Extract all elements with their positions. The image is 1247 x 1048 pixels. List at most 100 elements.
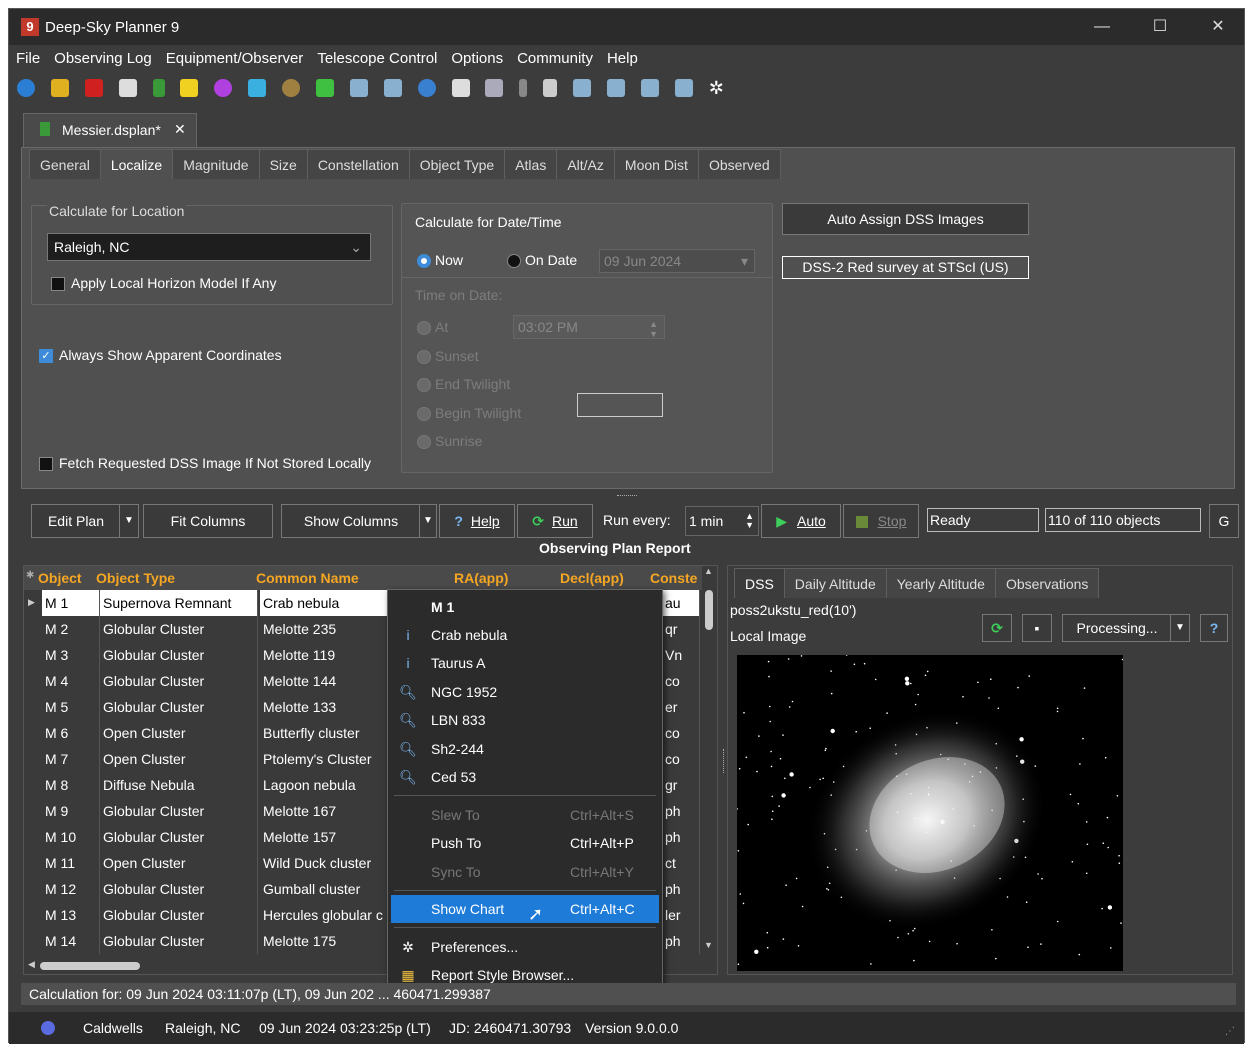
help-icon[interactable]: ? [1200, 614, 1228, 642]
double-star-icon[interactable] [543, 79, 558, 98]
stop-button[interactable]: Stop [843, 504, 919, 538]
col-ra[interactable]: RA(app) [454, 570, 508, 586]
menu-equipment[interactable]: Equipment/Observer [159, 47, 311, 71]
dss-survey-field[interactable]: DSS-2 Red survey at STScI (US) [782, 256, 1029, 279]
horizon-model-checkbox[interactable]: Apply Local Horizon Model If Any [51, 275, 276, 292]
fetch-dss-checkbox[interactable]: Fetch Requested DSS Image If Not Stored … [39, 455, 371, 472]
date-field[interactable]: 09 Jun 2024 ▾ [599, 249, 755, 273]
edit-plan-dropdown-icon[interactable]: ▼ [119, 504, 139, 538]
tab-general[interactable]: General [29, 149, 101, 179]
menu-item-ngc-1952[interactable]: 🔍︎ NGC 1952 [388, 678, 662, 706]
tab-yearly-altitude[interactable]: Yearly Altitude [885, 568, 996, 598]
processing-button[interactable]: Processing... [1062, 614, 1172, 642]
extra-button[interactable]: G [1209, 504, 1239, 538]
telescope-alt-icon[interactable] [383, 79, 402, 98]
processing-dropdown-icon[interactable]: ▼ [1170, 614, 1190, 642]
save-image-icon[interactable]: ▪ [1022, 614, 1052, 642]
menu-community[interactable]: Community [510, 47, 600, 71]
resize-grip-icon[interactable]: ⋰ [1225, 1016, 1235, 1048]
menu-help[interactable]: Help [600, 47, 645, 71]
comet-icon[interactable] [451, 79, 470, 98]
target-icon[interactable] [417, 79, 436, 98]
splitter-handle[interactable] [723, 749, 727, 773]
grid-icon[interactable] [50, 79, 69, 98]
refresh-image-icon[interactable]: ⟳ [982, 614, 1012, 642]
menu-item-sync-to[interactable]: Sync To Ctrl+Alt+Y [388, 858, 662, 886]
spiral-icon[interactable] [180, 79, 199, 98]
fit-columns-button[interactable]: Fit Columns [143, 504, 273, 538]
tab-atlas[interactable]: Atlas [504, 149, 558, 179]
tab-moon-dist[interactable]: Moon Dist [613, 149, 699, 179]
col-decl[interactable]: Decl(app) [560, 570, 624, 586]
find-icon[interactable] [573, 79, 592, 98]
save-icon[interactable] [118, 79, 137, 98]
settings-icon[interactable]: ✱ [26, 570, 34, 581]
col-object[interactable]: Object [38, 570, 82, 586]
menu-observing-log[interactable]: Observing Log [47, 47, 159, 71]
red-book-icon[interactable] [84, 79, 103, 98]
run-every-spinner[interactable]: 1 min ▲ ▼ [685, 506, 759, 536]
book-icon[interactable] [640, 79, 659, 98]
document-tab[interactable]: Messier.dsplan* ✕ [23, 113, 197, 147]
menu-item-crab-nebula[interactable]: i Crab nebula [388, 621, 662, 649]
close-tab-icon[interactable]: ✕ [174, 121, 186, 138]
vertical-scrollbar[interactable]: ▲ ▼ [702, 566, 716, 956]
menu-item-push-to[interactable]: Push To Ctrl+Alt+P [388, 829, 662, 857]
location-dropdown[interactable]: Raleigh, NC ⌄ [47, 233, 371, 261]
tab-localize[interactable]: Localize [99, 149, 174, 179]
tab-dss[interactable]: DSS [734, 568, 785, 598]
menu-item-show-chart[interactable]: Show Chart Ctrl+Alt+C [391, 895, 659, 923]
menu-file[interactable]: File [9, 47, 47, 71]
tab-observations[interactable]: Observations [994, 568, 1100, 598]
menu-item-preferences[interactable]: ✲ Preferences... [388, 933, 662, 961]
auto-button[interactable]: ▶ Auto [761, 504, 841, 538]
menu-item-ced-53[interactable]: 🔍︎ Ced 53 [388, 763, 662, 791]
auto-assign-dss-button[interactable]: Auto Assign DSS Images [782, 203, 1029, 235]
now-radio[interactable]: Now [417, 252, 463, 269]
tab-daily-altitude[interactable]: Daily Altitude [783, 568, 887, 598]
edit-plan-button[interactable]: Edit Plan [31, 504, 121, 538]
star-icon[interactable] [214, 79, 233, 98]
tab-alt-az[interactable]: Alt/Az [556, 149, 615, 179]
menu-item-sh2-244[interactable]: 🔍︎ Sh2-244 [388, 735, 662, 763]
tab-constellation[interactable]: Constellation [306, 149, 410, 179]
tab-object-type[interactable]: Object Type [408, 149, 506, 179]
col-constellation[interactable]: Conste [650, 570, 697, 586]
asteroid-icon[interactable] [519, 79, 528, 98]
menu-item-lbn-833[interactable]: 🔍︎ LBN 833 [388, 706, 662, 734]
green-chart-icon[interactable] [316, 79, 335, 98]
show-columns-button[interactable]: Show Columns [281, 504, 421, 538]
col-object-type[interactable]: Object Type [96, 570, 175, 586]
chart-icon[interactable] [248, 79, 267, 98]
maximize-button[interactable]: ☐ [1143, 15, 1177, 39]
scroll-thumb[interactable] [705, 590, 713, 630]
scroll-thumb[interactable] [40, 962, 140, 970]
help-button[interactable]: ? Help [439, 504, 515, 538]
splitter-handle[interactable] [617, 495, 637, 498]
minimize-button[interactable]: — [1085, 15, 1119, 39]
gear-icon[interactable]: ✲ [709, 79, 727, 97]
globe-icon[interactable] [17, 79, 35, 98]
tab-observed[interactable]: Observed [697, 149, 781, 179]
run-button[interactable]: ⟳ Run [517, 504, 593, 538]
scroll-down-icon[interactable]: ▼ [704, 940, 713, 950]
reader-icon[interactable] [674, 79, 693, 98]
telescope-icon[interactable] [349, 79, 368, 98]
on-date-radio[interactable]: On Date [507, 252, 577, 269]
scroll-up-icon[interactable]: ▲ [704, 566, 713, 576]
planet-icon[interactable] [282, 79, 301, 98]
close-button[interactable]: ✕ [1201, 15, 1235, 39]
tab-magnitude[interactable]: Magnitude [172, 149, 260, 179]
tab-size[interactable]: Size [258, 149, 308, 179]
scroll-left-icon[interactable]: ◀ [28, 959, 35, 970]
menu-telescope-control[interactable]: Telescope Control [310, 47, 444, 71]
menu-item-slew-to[interactable]: Slew To Ctrl+Alt+S [388, 801, 662, 829]
show-columns-dropdown-icon[interactable]: ▼ [419, 504, 437, 538]
menu-options[interactable]: Options [444, 47, 510, 71]
menu-item-taurus-a[interactable]: i Taurus A [388, 649, 662, 677]
col-common-name[interactable]: Common Name [256, 570, 359, 586]
document-icon[interactable] [152, 79, 165, 98]
apparent-coords-checkbox[interactable]: ✓ Always Show Apparent Coordinates [39, 347, 282, 364]
comet-alt-icon[interactable] [485, 79, 504, 98]
network-icon[interactable] [607, 79, 626, 98]
